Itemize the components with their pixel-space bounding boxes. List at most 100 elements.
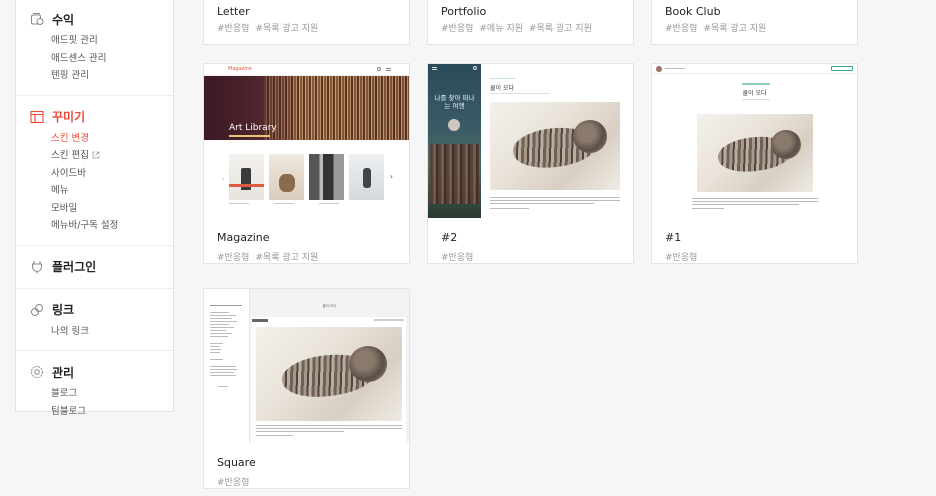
revenue-icon: [29, 11, 45, 27]
skin-card-1[interactable]: 쿨이 오다 #1 #반응형: [651, 63, 858, 264]
menu-item-adsense[interactable]: 애드센스 관리: [16, 50, 173, 68]
subscribe-button: [831, 66, 853, 71]
submenu-manage: 블로그 팀블로그: [16, 385, 173, 420]
skin-name: Portfolio: [441, 5, 487, 18]
layout-icon: [29, 109, 45, 125]
skin-card-square[interactable]: 쿨이 오다 Square #반응형: [203, 288, 410, 489]
menu-icon: [386, 68, 391, 71]
search-icon: [377, 67, 381, 71]
menu-group-revenue: 수익 애드핏 관리 애드센스 관리 텐핑 관리: [16, 0, 173, 96]
menu-item-sidebar[interactable]: 사이드바: [16, 165, 173, 183]
skin-change-page: 수익 애드핏 관리 애드센스 관리 텐핑 관리 꾸미기 스킨 변경 스킨 편집 …: [0, 0, 936, 496]
thumb-post-title: 쿨이 오다: [742, 90, 767, 97]
submenu-revenue: 애드핏 관리 애드센스 관리 텐핑 관리: [16, 32, 173, 85]
skin-tags: #반응형 #메뉴 지원 #목록 광고 지원: [428, 20, 633, 34]
thumb-header: Magazine: [204, 64, 409, 76]
menu-item-menu[interactable]: 메뉴: [16, 182, 173, 200]
menu-title: 수익: [52, 12, 75, 27]
settings-icon: [29, 364, 45, 380]
tag: #목록 광고 지원: [255, 24, 319, 34]
skin-name: #2: [441, 231, 458, 244]
tag: #반응형: [217, 24, 250, 34]
tag: #메뉴 지원: [479, 24, 523, 34]
cat-photo: [697, 114, 813, 192]
menu-head-link[interactable]: 링크: [16, 299, 173, 321]
submenu-link: 나의 링크: [16, 323, 173, 341]
menu-item-my-links[interactable]: 나의 링크: [16, 323, 173, 341]
menu-group-customize: 꾸미기 스킨 변경 스킨 편집 사이드바 메뉴 모바일 메뉴바/구독 설정: [16, 96, 173, 246]
cat-photo: [490, 102, 620, 190]
skin-thumbnail: 나를 찾아 떠나는 여행 ──────────── 쿨이 오다: [428, 64, 633, 218]
thumb-side-panel: [204, 289, 250, 443]
skin-name: #1: [665, 231, 682, 244]
admin-sidebar: 수익 애드핏 관리 애드센스 관리 텐핑 관리 꾸미기 스킨 변경 스킨 편집 …: [15, 0, 174, 417]
castle-image: [430, 144, 479, 204]
submenu-customize: 스킨 변경 스킨 편집 사이드바 메뉴 모바일 메뉴바/구독 설정: [16, 130, 173, 235]
menu-title: 플러그인: [52, 260, 97, 274]
menu-item-label: 스킨 편집: [51, 150, 89, 161]
thumb-header: [652, 64, 857, 74]
thumb-photo: [309, 154, 344, 200]
tag: #반응형: [441, 253, 474, 263]
thumb-side-panel: 나를 찾아 떠나는 여행: [428, 64, 481, 218]
menu-head-manage[interactable]: 관리: [16, 361, 173, 383]
thumb-post-title: 쿨이 오다: [490, 85, 514, 92]
menu-group-manage: 관리 블로그 팀블로그: [16, 351, 173, 430]
skin-tags: #반응형 #목록 광고 지원: [652, 20, 857, 34]
skin-card-magazine[interactable]: Magazine Art Library ‹ › Magazine #반응형 #목…: [203, 63, 410, 264]
menu-item-tenping[interactable]: 텐핑 관리: [16, 67, 173, 85]
skin-card-2[interactable]: 나를 찾아 떠나는 여행 ──────────── 쿨이 오다 #2 #반응형: [427, 63, 634, 264]
menu-item-skin-change[interactable]: 스킨 변경: [16, 130, 173, 148]
thumb-banner: Art Library: [204, 76, 409, 140]
menu-icon: [432, 67, 437, 70]
skin-tags: #반응형: [428, 248, 633, 263]
skin-thumbnail: Magazine Art Library ‹ ›: [204, 64, 409, 218]
plug-icon: [29, 259, 45, 275]
thumb-avatar: [448, 119, 460, 131]
skin-thumbnail: 쿨이 오다: [652, 64, 857, 218]
skin-name: Square: [217, 456, 256, 469]
skin-thumbnail: 쿨이 오다: [204, 289, 409, 443]
thumb-side-text: 나를 찾아 떠나는 여행: [434, 94, 475, 110]
thumb-brand: Magazine: [228, 66, 252, 72]
menu-item-adfit[interactable]: 애드핏 관리: [16, 32, 173, 50]
thumb-photo: [269, 154, 304, 200]
tag: #반응형: [217, 253, 250, 263]
tag: #반응형: [665, 24, 698, 34]
menu-title: 관리: [52, 365, 75, 380]
menu-head-revenue[interactable]: 수익: [16, 8, 173, 30]
menu-title: 꾸미기: [52, 110, 86, 124]
skin-name: Letter: [217, 5, 250, 18]
thumb-photo: [229, 154, 264, 200]
cat-photo: [256, 327, 402, 421]
menu-group-link: 링크 나의 링크: [16, 289, 173, 351]
skin-card-letter[interactable]: Letter #반응형 #목록 광고 지원: [203, 0, 410, 45]
skin-tags: #반응형 #목록 광고 지원: [204, 248, 409, 263]
skin-tags: #반응형: [204, 473, 409, 488]
skin-tags: #반응형 #목록 광고 지원: [204, 20, 409, 34]
menu-item-skin-edit[interactable]: 스킨 편집: [16, 147, 173, 165]
thumb-banner-title: Art Library: [229, 123, 277, 133]
menu-head-customize[interactable]: 꾸미기: [16, 106, 173, 128]
thumb-top-title: 쿨이 오다: [322, 304, 337, 308]
chevron-left-icon: ‹: [222, 176, 225, 183]
menu-group-plugin: 플러그인: [16, 246, 173, 289]
menu-title: 링크: [52, 303, 75, 317]
tag: #반응형: [441, 24, 474, 34]
menu-item-blog[interactable]: 블로그: [16, 385, 173, 403]
skin-tags: #반응형: [652, 248, 857, 263]
skin-card-bookclub[interactable]: Book Club #반응형 #목록 광고 지원: [651, 0, 858, 45]
menu-item-menubar[interactable]: 메뉴바/구독 설정: [16, 217, 173, 235]
skin-name: Magazine: [217, 231, 270, 244]
tag: #목록 광고 지원: [703, 24, 767, 34]
tag: #반응형: [665, 253, 698, 263]
menu-head-plugin[interactable]: 플러그인: [16, 256, 173, 278]
thumb-photo: [349, 154, 384, 200]
search-icon: [473, 66, 477, 70]
tag: #반응형: [217, 478, 250, 488]
menu-item-teamblog[interactable]: 팀블로그: [16, 403, 173, 421]
link-icon: [29, 302, 45, 318]
menu-item-mobile[interactable]: 모바일: [16, 200, 173, 218]
thumb-avatar: [656, 66, 662, 72]
skin-card-portfolio[interactable]: Portfolio #반응형 #메뉴 지원 #목록 광고 지원: [427, 0, 634, 45]
